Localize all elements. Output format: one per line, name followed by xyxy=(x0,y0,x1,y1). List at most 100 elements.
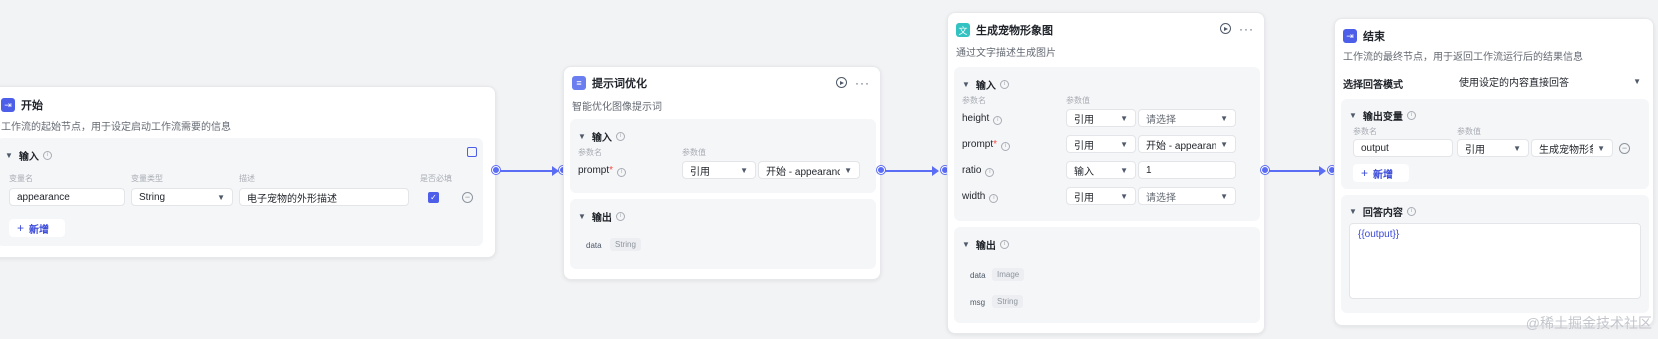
col-header-param: 参数名 xyxy=(578,148,602,157)
prompt-output-panel: ▼ 输出 i data String xyxy=(570,199,876,269)
param-mode-select[interactable]: 引用 ▼ xyxy=(1066,135,1136,153)
node-actions: ··· xyxy=(1220,23,1254,35)
param-label: width i xyxy=(962,191,999,203)
col-header-param: 参数名 xyxy=(962,96,986,105)
node-title: 生成宠物形象图 xyxy=(976,25,1053,37)
section-label: 输出 xyxy=(975,241,996,252)
prompt-output-port[interactable] xyxy=(877,166,885,174)
section-label: 输入 xyxy=(975,81,996,92)
chevron-down-icon: ▼ xyxy=(217,192,225,202)
output-name-input[interactable]: output xyxy=(1353,139,1453,157)
chevron-down-icon: ▼ xyxy=(1349,111,1357,120)
prompt-node-header: ≡ 提示词优化 xyxy=(572,75,647,91)
chevron-down-icon: ▼ xyxy=(1349,207,1357,216)
end-node[interactable]: ⇥ 结束 工作流的最终节点，用于返回工作流运行后的结果信息 选择回答模式 使用设… xyxy=(1334,18,1654,326)
image-input-panel: ▼ 输入 i 参数名 参数值 height i 引用 ▼ 请选择 ▼ prompt* i 引用 ▼… xyxy=(954,67,1260,221)
input-section-title[interactable]: ▼ 输入 i xyxy=(962,77,1009,92)
image-gen-node[interactable]: 文 生成宠物形象图 ··· 通过文字描述生成图片 ▼ 输入 i 参数名 参数值 … xyxy=(947,12,1265,334)
param-value-field[interactable]: 开始 - appearance ▼ xyxy=(1138,135,1236,153)
chevron-down-icon: ▼ xyxy=(740,165,748,175)
param-label: height i xyxy=(962,113,1003,125)
field-value: 引用 xyxy=(1074,114,1094,126)
chevron-down-icon: ▼ xyxy=(1597,143,1605,153)
variable-desc-input[interactable]: 电子宠物的外形描述 xyxy=(239,188,409,206)
param-value-field[interactable]: 请选择 ▼ xyxy=(1138,187,1236,205)
image-node-header: 文 生成宠物形象图 xyxy=(956,22,1053,38)
variable-name-input[interactable]: appearance xyxy=(9,188,125,206)
col-header-value: 参数值 xyxy=(1066,96,1090,105)
exit-icon[interactable] xyxy=(467,147,477,157)
more-icon[interactable]: ··· xyxy=(855,77,870,89)
answer-content-textarea[interactable]: {{output}} xyxy=(1349,223,1641,299)
field-value: 开始 - appearance xyxy=(1146,140,1216,152)
input-section-title[interactable]: ▼ 输入 i xyxy=(578,129,625,144)
param-mode-select[interactable]: 引用 ▼ xyxy=(682,161,756,179)
plus-icon: + xyxy=(1361,166,1369,180)
start-node[interactable]: ⇥ 开始 工作流的起始节点，用于设定启动工作流需要的信息 ▼ 输入 i 变量名 … xyxy=(0,86,496,258)
output-key: data xyxy=(586,241,602,250)
node-description: 智能优化图像提示词 xyxy=(572,102,662,113)
image-gen-icon: 文 xyxy=(956,23,970,37)
chevron-down-icon: ▼ xyxy=(844,165,852,175)
output-type-badge: String xyxy=(992,295,1023,308)
play-icon[interactable] xyxy=(1220,23,1231,34)
required-checkbox[interactable]: ✓ xyxy=(428,192,439,203)
field-value: 引用 xyxy=(1074,192,1094,204)
add-output-button[interactable]: + 新增 xyxy=(1353,164,1409,182)
answer-mode-select[interactable]: 使用设定的内容直接回答 ▼ xyxy=(1451,71,1649,91)
variable-type-select[interactable]: String ▼ xyxy=(131,188,233,206)
end-node-header: ⇥ 结束 xyxy=(1343,28,1385,44)
start-output-port[interactable] xyxy=(492,166,500,174)
chevron-down-icon: ▼ xyxy=(1220,139,1228,149)
play-icon[interactable] xyxy=(836,77,847,88)
field-value: 使用设定的内容直接回答 xyxy=(1459,77,1569,89)
image-output-port[interactable] xyxy=(1261,166,1269,174)
input-section-title[interactable]: ▼ 输入 i xyxy=(5,148,52,163)
field-value: 引用 xyxy=(1465,144,1485,156)
field-value: 电子宠物的外形描述 xyxy=(247,193,337,205)
info-icon: i xyxy=(1406,111,1416,120)
field-value: 请选择 xyxy=(1146,192,1176,204)
node-title: 结束 xyxy=(1363,31,1385,43)
node-description: 通过文字描述生成图片 xyxy=(956,48,1056,59)
node-description: 工作流的最终节点，用于返回工作流运行后的结果信息 xyxy=(1343,52,1583,63)
chevron-down-icon: ▼ xyxy=(578,212,586,221)
output-value-select[interactable]: 生成宠物形象 ▼ xyxy=(1531,139,1613,157)
info-icon: i xyxy=(985,168,995,177)
output-variable-title[interactable]: ▼ 输出变量 i xyxy=(1349,108,1416,123)
more-icon[interactable]: ··· xyxy=(1239,23,1254,35)
info-icon: i xyxy=(993,116,1003,125)
param-name: prompt xyxy=(962,139,994,150)
param-value-select[interactable]: 开始 - appearance ▼ xyxy=(758,161,860,179)
output-section-title[interactable]: ▼ 输出 i xyxy=(962,237,1009,252)
col-header-required: 是否必填 xyxy=(420,174,452,183)
col-header-desc: 描述 xyxy=(239,174,255,183)
prompt-optimize-node[interactable]: ≡ 提示词优化 ··· 智能优化图像提示词 ▼ 输入 i 参数名 参数值 pro… xyxy=(563,66,881,280)
output-section-title[interactable]: ▼ 输出 i xyxy=(578,209,625,224)
col-header-value: 参数值 xyxy=(682,148,706,157)
node-actions: ··· xyxy=(836,77,870,89)
param-mode-select[interactable]: 引用 ▼ xyxy=(1066,109,1136,127)
chevron-down-icon: ▼ xyxy=(1633,76,1641,86)
edge-image-to-end xyxy=(1269,166,1326,176)
col-header-param: 参数名 xyxy=(1353,127,1377,136)
required-mark: * xyxy=(993,139,998,150)
param-label: ratio i xyxy=(962,165,995,177)
param-value-field[interactable]: 请选择 ▼ xyxy=(1138,109,1236,127)
answer-content-title[interactable]: ▼ 回答内容 i xyxy=(1349,204,1416,219)
param-value-field[interactable]: 1 xyxy=(1138,161,1236,179)
field-value: 生成宠物形象 xyxy=(1539,144,1594,156)
param-mode-select[interactable]: 输入 ▼ xyxy=(1066,161,1136,179)
edge-start-to-prompt xyxy=(500,166,559,176)
output-key: data xyxy=(970,271,986,280)
remove-row-icon[interactable]: − xyxy=(1619,143,1630,154)
output-mode-select[interactable]: 引用 ▼ xyxy=(1457,139,1529,157)
answer-mode-label: 选择回答模式 xyxy=(1343,80,1403,91)
chevron-down-icon: ▼ xyxy=(5,151,13,160)
start-icon: ⇥ xyxy=(1,98,15,112)
start-input-panel: ▼ 输入 i 变量名 变量类型 描述 是否必填 appearance Strin… xyxy=(0,138,483,246)
param-mode-select[interactable]: 引用 ▼ xyxy=(1066,187,1136,205)
remove-row-icon[interactable]: − xyxy=(462,192,473,203)
add-variable-button[interactable]: + 新增 xyxy=(9,219,65,237)
section-label: 输入 xyxy=(18,152,39,163)
